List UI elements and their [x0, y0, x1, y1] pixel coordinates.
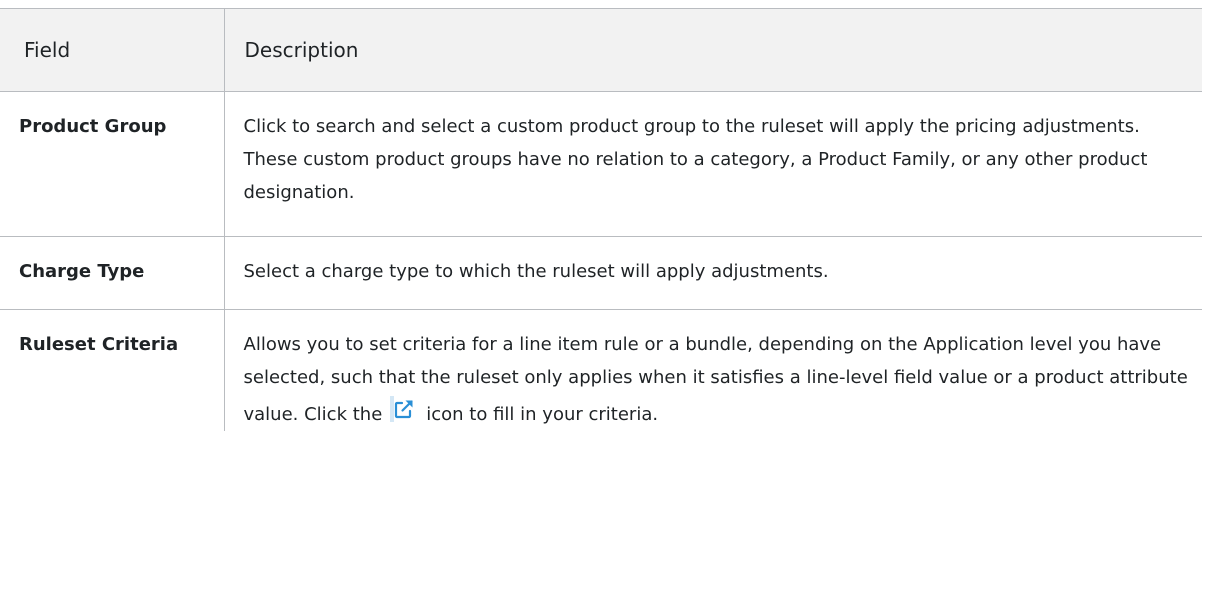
field-name-ruleset-criteria: Ruleset Criteria: [0, 309, 225, 431]
table-row: Ruleset Criteria Allows you to set crite…: [0, 309, 1202, 431]
fields-table-container: Field Description Product Group Click to…: [0, 8, 1210, 431]
external-link-icon: [390, 396, 416, 422]
description-text-after-icon: icon to fill in your criteria.: [426, 404, 659, 425]
header-description: Description: [223, 8, 1202, 92]
field-description-product-group: Click to search and select a custom prod…: [223, 91, 1202, 237]
table-header-row: Field Description: [0, 8, 1202, 92]
table-row: Product Group Click to search and select…: [0, 91, 1202, 237]
field-description-ruleset-criteria: Allows you to set criteria for a line it…: [223, 309, 1202, 431]
field-description-charge-type: Select a charge type to which the rulese…: [223, 236, 1202, 310]
header-field: Field: [0, 8, 225, 92]
field-name-product-group: Product Group: [0, 91, 225, 237]
table-row: Charge Type Select a charge type to whic…: [0, 236, 1202, 310]
field-name-charge-type: Charge Type: [0, 236, 225, 310]
description-text-before-icon: Allows you to set criteria for a line it…: [243, 334, 1188, 425]
fields-table: Field Description Product Group Click to…: [0, 8, 1202, 431]
